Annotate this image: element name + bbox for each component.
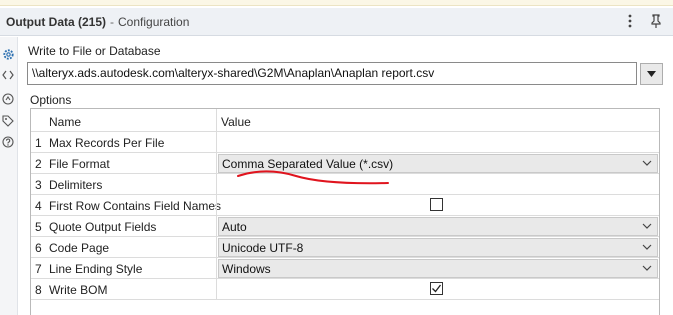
pin-icon[interactable] <box>649 13 663 29</box>
row-number: 7 <box>35 262 42 276</box>
path-dropdown-button[interactable] <box>640 63 663 85</box>
more-vertical-icon[interactable] <box>623 13 637 29</box>
title-separator: - <box>110 14 115 29</box>
gear-icon[interactable] <box>1 47 15 61</box>
checkmark-icon <box>432 284 442 293</box>
code-brackets-icon[interactable] <box>1 68 15 82</box>
select-value: Auto <box>222 220 247 234</box>
row-name: Delimiters <box>49 178 103 192</box>
row-number: 4 <box>35 199 42 213</box>
chevron-down-icon <box>642 265 652 271</box>
option-row-code-page: 6 Code Page Unicode UTF-8 <box>31 237 659 258</box>
row-number: 3 <box>35 178 42 192</box>
chevron-down-icon <box>642 223 652 229</box>
write-to-label: Write to File or Database <box>28 44 161 58</box>
select-value: Windows <box>222 262 271 276</box>
help-icon[interactable] <box>1 135 15 149</box>
options-grid: Name Value 1 Max Records Per File 2 File… <box>30 108 660 315</box>
row-number: 1 <box>35 136 42 150</box>
quote-output-fields-select[interactable]: Auto <box>218 217 658 236</box>
panel-subtitle: Configuration <box>118 14 190 29</box>
write-bom-checkbox[interactable] <box>430 282 443 295</box>
row-number: 6 <box>35 241 42 255</box>
select-value: Unicode UTF-8 <box>222 241 304 255</box>
red-underline-annotation <box>237 170 389 185</box>
grid-header-row: Name Value <box>31 109 659 132</box>
panel-title: Output Data (215) <box>6 14 107 29</box>
row-name: Write BOM <box>49 283 108 297</box>
first-row-field-names-checkbox[interactable] <box>430 198 443 211</box>
row-number: 2 <box>35 157 42 171</box>
option-row-write-bom: 8 Write BOM <box>31 279 659 300</box>
chevron-down-icon <box>642 244 652 250</box>
tag-icon[interactable] <box>1 114 15 128</box>
option-row-line-ending: 7 Line Ending Style Windows <box>31 258 659 279</box>
panel-header: Output Data (215) - Configuration <box>0 8 673 36</box>
row-name: Line Ending Style <box>49 262 143 276</box>
row-name: Quote Output Fields <box>49 220 157 234</box>
option-row-max-records: 1 Max Records Per File <box>31 132 659 153</box>
row-name: Code Page <box>49 241 110 255</box>
code-page-select[interactable]: Unicode UTF-8 <box>218 238 658 257</box>
max-records-value-cell[interactable] <box>216 132 659 152</box>
chevron-down-icon <box>642 160 652 166</box>
annotation-icon[interactable] <box>1 92 15 106</box>
column-header-name: Name <box>49 115 82 129</box>
row-number: 5 <box>35 220 42 234</box>
row-name: Max Records Per File <box>49 136 165 150</box>
left-rail <box>0 37 18 315</box>
option-row-first-row-field-names: 4 First Row Contains Field Names <box>31 195 659 216</box>
file-path-input[interactable]: \\alteryx.ads.autodesk.com\alteryx-share… <box>27 62 637 85</box>
option-row-quote-output: 5 Quote Output Fields Auto <box>31 216 659 237</box>
row-name: File Format <box>49 157 110 171</box>
line-ending-style-select[interactable]: Windows <box>218 259 658 278</box>
row-number: 8 <box>35 283 42 297</box>
row-name: First Row Contains Field Names <box>49 199 222 213</box>
chevron-down-icon <box>647 71 656 77</box>
top-strip <box>0 0 673 6</box>
options-label: Options <box>30 93 72 107</box>
column-header-value: Value <box>221 115 251 129</box>
